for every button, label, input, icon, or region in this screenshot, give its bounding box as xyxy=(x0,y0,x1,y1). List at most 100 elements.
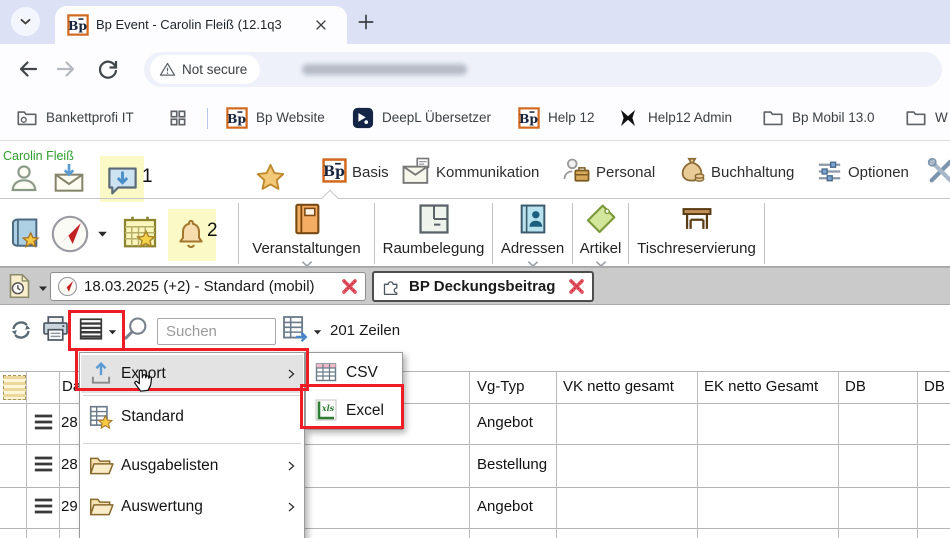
column-header-db2[interactable]: DB xyxy=(924,378,945,395)
ribbon-artikel[interactable]: Artikel xyxy=(573,201,628,265)
bookmarks-bar: Bankettprofi IT Bp Bp Website DeepL Über… xyxy=(0,96,950,141)
basis-icon: Bp xyxy=(322,158,347,183)
security-chip[interactable]: Not secure xyxy=(150,55,260,84)
favorites-star-icon[interactable] xyxy=(254,161,287,194)
column-header-vk-netto[interactable]: VK netto gesamt xyxy=(563,378,674,395)
mail-inbox-icon[interactable] xyxy=(50,162,88,194)
history-doc-icon[interactable] xyxy=(6,272,33,300)
ribbon-raumbelegung[interactable]: Raumbelegung xyxy=(375,201,492,265)
cell-date: 28 xyxy=(61,414,78,431)
grid-header-menu-icon[interactable] xyxy=(3,375,26,400)
column-header-db[interactable]: DB xyxy=(845,378,866,395)
row-menu-icon[interactable] xyxy=(30,453,57,475)
back-icon[interactable] xyxy=(16,57,40,81)
cell-type: Angebot xyxy=(477,498,533,515)
caret-down-icon[interactable] xyxy=(312,327,323,338)
bp-bookmark-icon[interactable]: Bp xyxy=(226,107,248,129)
module-kommunikation[interactable]: Kommunikation xyxy=(436,164,539,181)
module-buchhaltung[interactable]: Buchhaltung xyxy=(711,164,794,181)
export-icon xyxy=(88,361,114,387)
bookmark-help12-admin[interactable]: Help12 Admin xyxy=(648,110,732,125)
caret-down-icon[interactable] xyxy=(37,283,49,295)
row-menu-icon[interactable] xyxy=(30,411,57,433)
forward-icon[interactable] xyxy=(54,57,78,81)
column-header-vg-typ[interactable]: Vg-Typ xyxy=(477,378,525,395)
browser-tab[interactable]: Bp Bp Event - Carolin Fleiß (12.1q3 xyxy=(55,6,347,44)
search-input[interactable] xyxy=(157,318,276,345)
doc-tab-deckungsbeitrag[interactable]: BP Deckungsbeitrag xyxy=(372,271,594,302)
folder-icon[interactable] xyxy=(905,107,927,129)
ribbon-tischreservierung[interactable]: Tischreservierung xyxy=(629,201,764,265)
doc-tab-standard[interactable]: 18.03.2025 (+2) - Standard (mobil) xyxy=(50,272,366,301)
cell-type: Bestellung xyxy=(477,456,547,473)
bookmark-w[interactable]: W xyxy=(935,110,948,125)
reload-icon[interactable] xyxy=(96,57,120,81)
tools-icon[interactable] xyxy=(927,157,950,185)
favorites-book-icon[interactable] xyxy=(8,216,42,250)
user-icon[interactable] xyxy=(8,162,40,194)
folder-open-icon xyxy=(88,494,114,520)
help12-admin-icon[interactable] xyxy=(616,106,640,130)
tab-close-icon[interactable] xyxy=(313,17,329,33)
close-tab-icon[interactable] xyxy=(340,277,359,296)
address-bar[interactable]: Not secure xyxy=(144,52,942,87)
apps-grid-icon[interactable] xyxy=(168,108,188,128)
chevron-down-icon xyxy=(299,256,315,266)
ribbon-label: Tischreservierung xyxy=(629,240,764,257)
ribbon-veranstaltungen[interactable]: Veranstaltungen xyxy=(239,201,374,265)
browser-tab-title: Bp Event - Carolin Fleiß (12.1q3 xyxy=(96,17,308,32)
refresh-icon[interactable] xyxy=(8,317,34,343)
doc-tab-label: 18.03.2025 (+2) - Standard (mobil) xyxy=(84,278,315,295)
folder-icon[interactable] xyxy=(762,107,784,129)
menu-item-buchhaltung[interactable]: Buchhaltung xyxy=(81,529,303,538)
cell-type: Angebot xyxy=(477,414,533,431)
folder-open-icon xyxy=(88,453,114,479)
tab-search-button[interactable] xyxy=(11,7,40,36)
adressen-icon xyxy=(516,202,550,236)
export-submenu: CSV xls Excel xyxy=(305,352,403,430)
bookmark-bp-website[interactable]: Bp Website xyxy=(256,110,325,125)
module-basis[interactable]: Basis xyxy=(352,164,389,181)
module-optionen[interactable]: Optionen xyxy=(848,164,909,181)
svg-text:Bp: Bp xyxy=(227,111,246,126)
bell-icon[interactable] xyxy=(175,216,207,251)
caret-down-icon[interactable] xyxy=(96,228,109,241)
printer-icon[interactable] xyxy=(41,314,70,343)
menu-item-export[interactable]: Export xyxy=(81,355,303,393)
chevron-down-icon xyxy=(16,12,35,31)
caret-down-icon[interactable] xyxy=(107,327,118,338)
ribbon-adressen[interactable]: Adressen xyxy=(493,201,572,265)
bookmark-deepl[interactable]: DeepL Übersetzer xyxy=(382,110,491,125)
column-header-ek-netto[interactable]: EK netto Gesamt xyxy=(704,378,818,395)
deepl-icon[interactable] xyxy=(352,107,374,129)
bookmark-bankettprofi-it[interactable]: Bankettprofi IT xyxy=(46,110,134,125)
alerts-badge: 2 xyxy=(207,220,218,242)
calendar-star-icon[interactable] xyxy=(122,214,158,250)
csv-icon xyxy=(314,360,338,384)
folder-gear-icon[interactable] xyxy=(16,107,38,129)
new-tab-icon[interactable] xyxy=(356,12,376,32)
menu-item-label: Buchhaltung xyxy=(121,529,207,538)
bookmark-help12[interactable]: Help 12 xyxy=(548,110,595,125)
menu-item-label: Auswertung xyxy=(121,488,203,526)
grid-menu-icon[interactable] xyxy=(78,316,104,342)
navigator-icon[interactable] xyxy=(50,214,90,254)
svg-text:Bp: Bp xyxy=(519,111,538,126)
submenu-item-csv[interactable]: CSV xyxy=(307,354,401,391)
export-grid-icon[interactable] xyxy=(281,314,310,343)
menu-item-ausgabelisten[interactable]: Ausgabelisten xyxy=(81,447,303,485)
ribbon-label: Adressen xyxy=(493,240,572,257)
buchhaltung-icon xyxy=(677,155,707,185)
search-icon[interactable] xyxy=(122,315,150,343)
menu-item-auswertung[interactable]: Auswertung xyxy=(81,488,303,526)
module-personal[interactable]: Personal xyxy=(596,164,655,181)
submenu-item-label: CSV xyxy=(346,354,378,391)
document-tab-bar: 18.03.2025 (+2) - Standard (mobil) BP De… xyxy=(0,267,950,305)
bookmark-bp-mobil[interactable]: Bp Mobil 13.0 xyxy=(792,110,875,125)
submenu-item-excel[interactable]: xls Excel xyxy=(307,392,401,429)
menu-item-standard[interactable]: Standard xyxy=(81,398,303,436)
close-tab-icon[interactable] xyxy=(567,277,586,296)
message-inbox-icon[interactable] xyxy=(105,162,140,197)
bp-help-icon[interactable]: Bp xyxy=(518,107,540,129)
row-menu-icon[interactable] xyxy=(30,495,57,517)
